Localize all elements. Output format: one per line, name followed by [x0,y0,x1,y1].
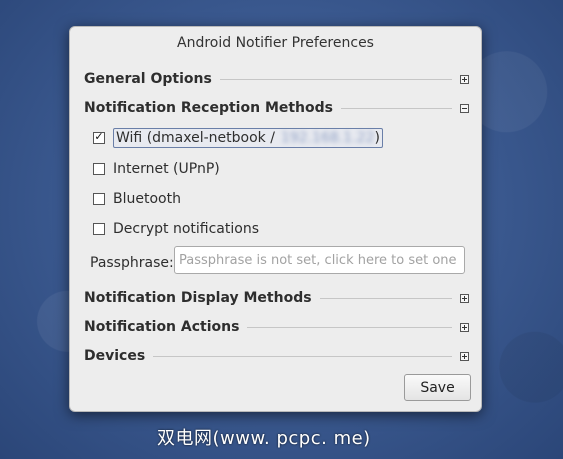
section-devices[interactable]: Devices [84,347,469,365]
divider [247,326,452,328]
wifi-option[interactable]: Wifi (dmaxel-netbook / 192.168.1.22 ) [93,128,383,148]
wifi-label-focus: Wifi (dmaxel-netbook / 192.168.1.22 ) [113,128,383,148]
section-label: Notification Display Methods [84,290,312,306]
section-label: General Options [84,71,212,87]
expand-icon[interactable] [460,351,469,361]
section-notification-actions[interactable]: Notification Actions [84,318,469,336]
internet-label: Internet (UPnP) [113,161,220,177]
section-label: Devices [84,348,146,364]
save-button[interactable]: Save [404,374,471,401]
divider [219,78,452,80]
expand-icon[interactable] [460,293,469,303]
decrypt-label: Decrypt notifications [113,221,259,237]
decrypt-checkbox[interactable] [93,223,105,235]
preferences-dialog: Android Notifier Preferences General Opt… [69,26,482,412]
section-general-options[interactable]: General Options [84,70,469,88]
redacted-address: 192.168.1.22 [280,130,375,146]
passphrase-input[interactable] [174,246,465,274]
expand-icon[interactable] [460,74,469,84]
dialog-title: Android Notifier Preferences [177,35,374,51]
internet-checkbox[interactable] [93,163,105,175]
section-label: Notification Reception Methods [84,100,333,116]
wifi-label: Wifi (dmaxel-netbook / [116,130,275,146]
bluetooth-label: Bluetooth [113,191,181,207]
bluetooth-option[interactable]: Bluetooth [93,190,181,208]
watermark-text: 双电网(www. pcpc. me) [157,428,371,449]
wifi-label-suffix: ) [374,130,380,146]
passphrase-label: Passphrase: [90,255,174,271]
section-display-methods[interactable]: Notification Display Methods [84,289,469,307]
divider [341,107,452,109]
divider [153,355,452,357]
expand-icon[interactable] [460,322,469,332]
bluetooth-checkbox[interactable] [93,193,105,205]
decrypt-option[interactable]: Decrypt notifications [93,220,259,238]
collapse-icon[interactable] [460,103,469,113]
section-label: Notification Actions [84,319,240,335]
section-reception-methods[interactable]: Notification Reception Methods [84,99,469,117]
internet-option[interactable]: Internet (UPnP) [93,160,220,178]
divider [319,297,452,299]
wifi-checkbox[interactable] [93,132,105,144]
